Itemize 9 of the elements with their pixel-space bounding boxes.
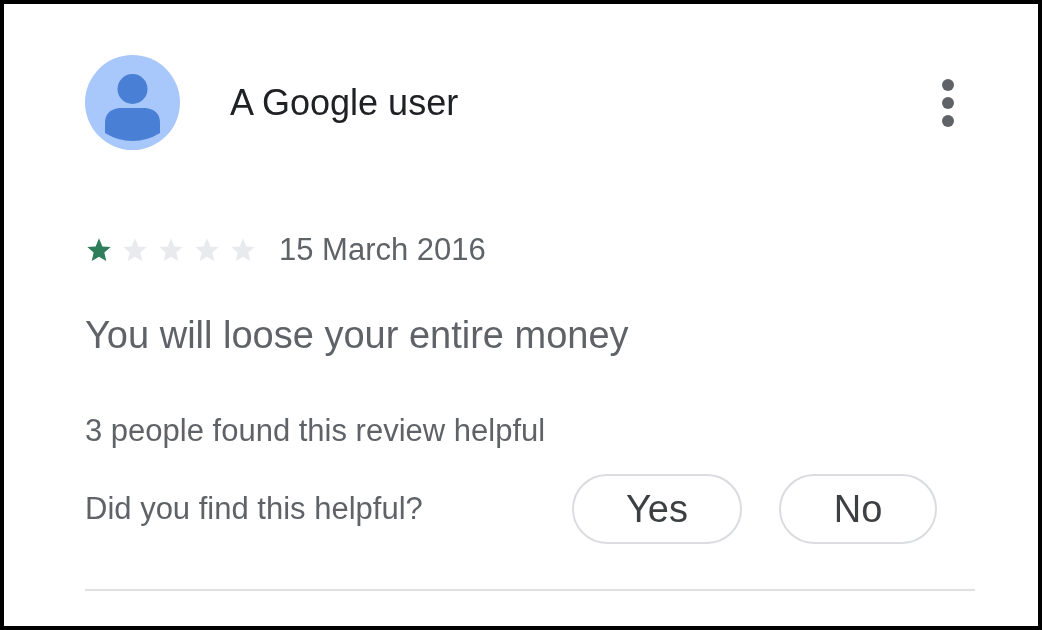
- helpful-prompt: Did you find this helpful?: [85, 491, 424, 527]
- more-options-icon[interactable]: [941, 78, 955, 127]
- no-button[interactable]: No: [779, 474, 937, 544]
- yes-button[interactable]: Yes: [572, 474, 742, 544]
- review-date: 15 March 2016: [279, 232, 486, 268]
- helpful-count: 3 people found this review helpful: [85, 413, 547, 449]
- avatar-icon: [85, 55, 180, 150]
- review-text: You will loose your entire money: [85, 314, 630, 357]
- author-name: A Google user: [230, 81, 460, 124]
